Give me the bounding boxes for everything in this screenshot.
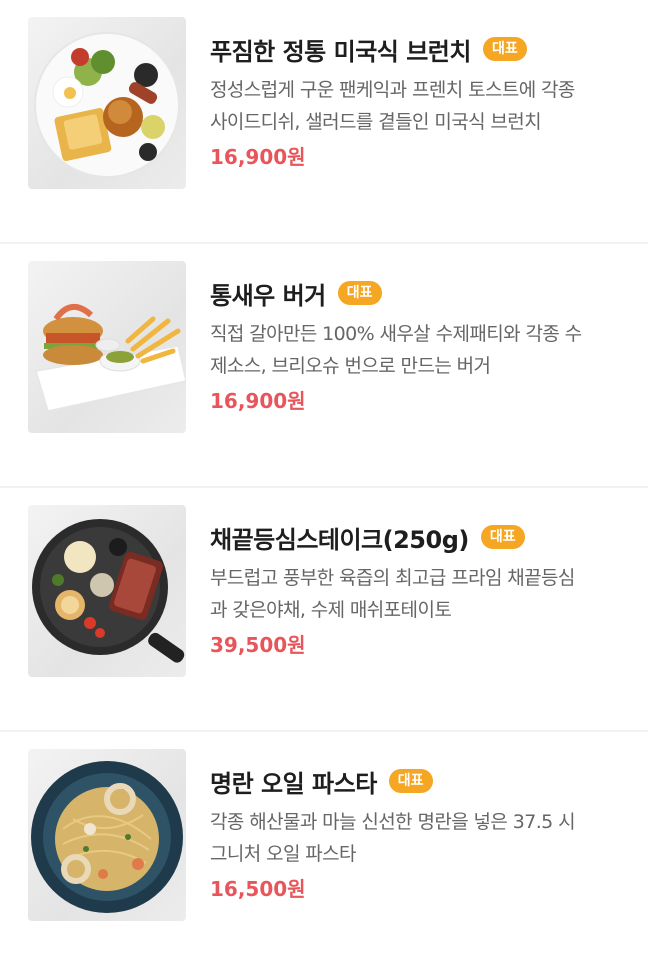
menu-item-name: 통새우 버거 xyxy=(210,281,326,310)
menu-item-name: 푸짐한 정통 미국식 브런치 xyxy=(210,37,471,66)
description-line: 부드럽고 풍부한 육즙의 최고급 프라임 채끝등심 xyxy=(210,567,575,589)
description-line: 각종 해산물과 마늘 신선한 명란을 넣은 37.5 시 xyxy=(210,811,576,833)
menu-item-steak[interactable]: 채끝등심스테이크(250g) 대표 부드럽고 풍부한 육즙의 최고급 프라임 채… xyxy=(0,488,648,732)
menu-item-info: 푸짐한 정통 미국식 브런치 대표 정성스럽게 구운 팬케익과 프렌치 토스트에… xyxy=(210,30,624,172)
menu-item-price: 16,900원 xyxy=(210,145,306,169)
menu-item-description: 각종 해산물과 마늘 신선한 명란을 넣은 37.5 시 그니처 오일 파스타 xyxy=(210,806,620,870)
menu-item-price: 16,500원 xyxy=(210,877,306,901)
menu-item-description: 정성스럽게 구운 팬케익과 프렌치 토스트에 각종 사이드디쉬, 샐러드를 곁들… xyxy=(210,74,620,138)
description-line: 직접 갈아만든 100% 새우살 수제패티와 각종 수 xyxy=(210,323,582,345)
menu-item-price: 39,500원 xyxy=(210,633,306,657)
shrimp-burger-photo xyxy=(28,261,186,433)
signature-badge: 대표 xyxy=(337,281,382,305)
signature-badge: 대표 xyxy=(482,37,527,61)
signature-badge: 대표 xyxy=(388,769,433,793)
description-line: 그니처 오일 파스타 xyxy=(210,843,357,865)
menu-item-info: 채끝등심스테이크(250g) 대표 부드럽고 풍부한 육즙의 최고급 프라임 채… xyxy=(210,518,624,660)
menu-item-pasta[interactable]: 명란 오일 파스타 대표 각종 해산물과 마늘 신선한 명란을 넣은 37.5 … xyxy=(0,732,648,976)
menu-item-name: 채끝등심스테이크(250g) xyxy=(210,525,469,554)
title-row: 푸짐한 정통 미국식 브런치 대표 xyxy=(210,30,624,68)
menu-item-description: 부드럽고 풍부한 육즙의 최고급 프라임 채끝등심 과 갖은야채, 수제 매쉬포… xyxy=(210,562,620,626)
menu-item-price: 16,900원 xyxy=(210,389,306,413)
description-line: 과 갖은야채, 수제 매쉬포테이토 xyxy=(210,599,452,621)
description-line: 사이드디쉬, 샐러드를 곁들인 미국식 브런치 xyxy=(210,111,542,133)
title-row: 통새우 버거 대표 xyxy=(210,274,624,312)
brunch-plate-photo xyxy=(28,17,186,189)
description-line: 제소스, 브리오슈 번으로 만드는 버거 xyxy=(210,355,491,377)
description-line: 정성스럽게 구운 팬케익과 프렌치 토스트에 각종 xyxy=(210,79,575,101)
menu-item-info: 통새우 버거 대표 직접 갈아만든 100% 새우살 수제패티와 각종 수 제소… xyxy=(210,274,624,416)
title-row: 채끝등심스테이크(250g) 대표 xyxy=(210,518,624,556)
signature-badge: 대표 xyxy=(480,525,525,549)
menu-item-brunch[interactable]: 푸짐한 정통 미국식 브런치 대표 정성스럽게 구운 팬케익과 프렌치 토스트에… xyxy=(0,0,648,244)
title-row: 명란 오일 파스타 대표 xyxy=(210,762,624,800)
steak-skillet-photo xyxy=(28,505,186,677)
menu-item-info: 명란 오일 파스타 대표 각종 해산물과 마늘 신선한 명란을 넣은 37.5 … xyxy=(210,762,624,904)
menu-item-shrimp-burger[interactable]: 통새우 버거 대표 직접 갈아만든 100% 새우살 수제패티와 각종 수 제소… xyxy=(0,244,648,488)
pasta-bowl-photo xyxy=(28,749,186,921)
menu-item-description: 직접 갈아만든 100% 새우살 수제패티와 각종 수 제소스, 브리오슈 번으… xyxy=(210,318,620,382)
menu-list: 푸짐한 정통 미국식 브런치 대표 정성스럽게 구운 팬케익과 프렌치 토스트에… xyxy=(0,0,648,933)
menu-item-name: 명란 오일 파스타 xyxy=(210,769,377,798)
